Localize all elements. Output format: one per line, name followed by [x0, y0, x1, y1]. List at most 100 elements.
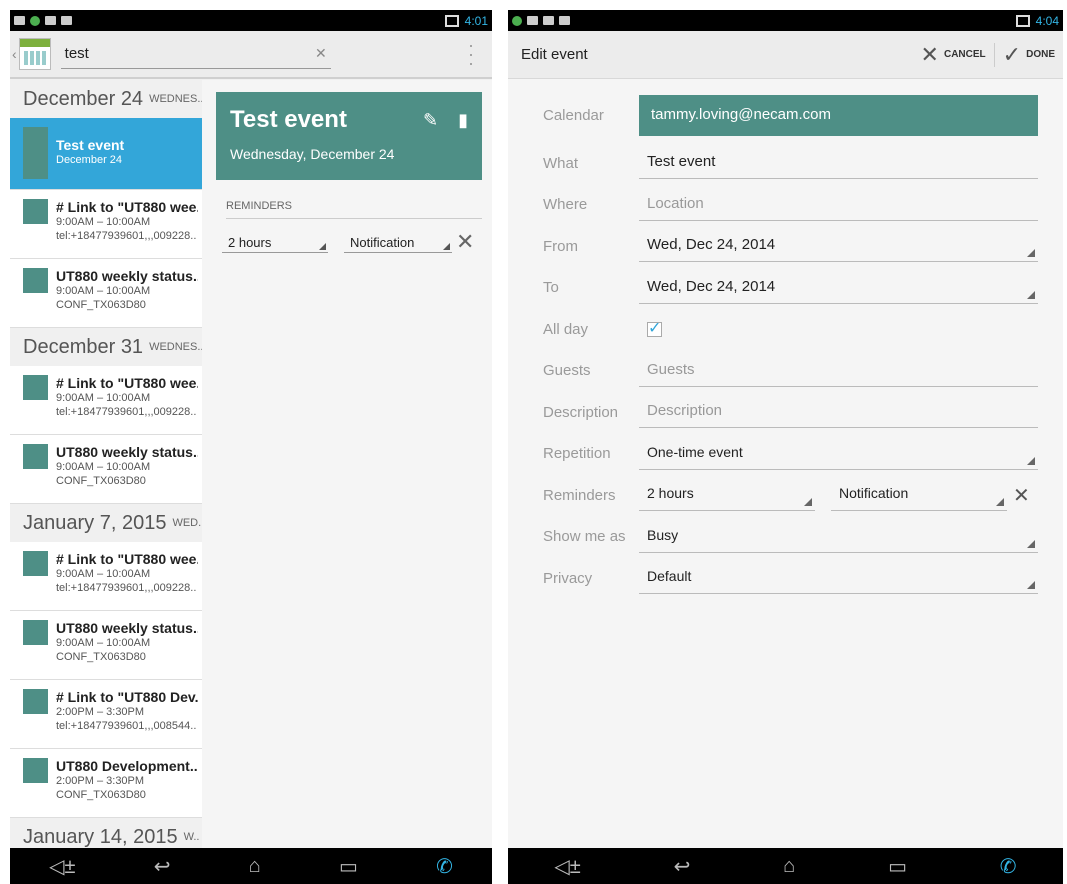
description-field[interactable]: Description	[639, 396, 1038, 429]
date-header: December 24 WEDNES..	[10, 80, 202, 118]
reminder-method-spinner[interactable]: Notification	[831, 479, 1007, 512]
up-chevron-icon[interactable]: ‹	[12, 46, 17, 62]
agenda-event[interactable]: # Link to "UT880 wee.. 9:00AM – 10:00AM te…	[10, 542, 202, 611]
date-header-text: January 14, 2015	[23, 825, 178, 848]
calendar-field[interactable]: tammy.loving@necam.com	[639, 95, 1038, 137]
agenda-event[interactable]: # Link to "UT880 wee.. 9:00AM – 10:00AM te…	[10, 190, 202, 259]
event-detail-line: 9:00AM – 10:00AM	[56, 285, 151, 297]
amazon-icon	[543, 16, 554, 25]
trash-icon[interactable]: ▮	[458, 110, 468, 131]
phone-icon[interactable]: ✆	[436, 854, 453, 879]
reminder-row: 2 hours Notification ✕	[639, 479, 1038, 512]
date-header-text: December 31	[23, 335, 144, 358]
amazon-icon	[45, 16, 56, 25]
where-field[interactable]: Location	[639, 189, 1038, 221]
phone-icon[interactable]: ✆	[1000, 854, 1017, 879]
agenda-event[interactable]: UT880 weekly status.. 9:00AM – 10:00AM CON…	[10, 611, 202, 680]
event-title: Test event	[56, 137, 125, 153]
volume-icon[interactable]: ◁±	[554, 854, 580, 879]
privacy-spinner[interactable]: Default	[639, 562, 1038, 595]
done-button[interactable]: ✓ DONE	[1003, 42, 1055, 68]
status-dot-icon	[512, 15, 522, 26]
to-date-spinner[interactable]: Wed, Dec 24, 2014	[639, 272, 1038, 304]
event-title: # Link to "UT880 Dev..	[56, 689, 198, 705]
search-input[interactable]: test	[65, 45, 315, 62]
status-dot-icon	[30, 15, 40, 26]
event-detail-line: 2:00PM – 3:30PM	[56, 775, 145, 787]
calendar-color-swatch	[23, 199, 48, 224]
where-label: Where	[543, 196, 588, 214]
event-detail-line: December 24	[56, 154, 123, 166]
overflow-menu-icon[interactable]: · · ·	[468, 36, 474, 72]
agenda-event[interactable]: UT880 weekly status.. 9:00AM – 10:00AM CON…	[10, 435, 202, 504]
clock: 4:04	[1035, 13, 1059, 28]
date-header-text: December 24	[23, 87, 144, 110]
reminders-label: Reminders	[543, 486, 616, 504]
back-icon[interactable]: ↩	[674, 854, 691, 879]
calendar-app-icon[interactable]	[18, 38, 51, 70]
event-detail-line: 2:00PM – 3:30PM	[56, 706, 145, 718]
agenda-event[interactable]: UT880 Development.. 2:00PM – 3:30PM CONF_T…	[10, 749, 202, 818]
calendar-color-swatch	[23, 375, 48, 400]
reminder-time-spinner[interactable]: 2 hours	[639, 479, 815, 512]
event-title: # Link to "UT880 wee..	[56, 551, 198, 567]
guests-field[interactable]: Guests	[639, 355, 1038, 387]
search-box[interactable]: test ✕	[60, 39, 331, 69]
event-detail-line: CONF_TX063D80	[56, 475, 146, 487]
event-detail-line: CONF_TX063D80	[56, 789, 146, 801]
remove-reminder-icon[interactable]: ✕	[456, 229, 474, 255]
home-icon[interactable]: ⌂	[249, 855, 261, 878]
home-icon[interactable]: ⌂	[783, 855, 795, 878]
page-title: Edit event	[521, 46, 588, 63]
nav-bar: ◁± ↩ ⌂ ▭ ✆	[10, 848, 492, 884]
agenda-event[interactable]: # Link to "UT880 Dev.. 2:00PM – 3:30PM tel…	[10, 680, 202, 749]
allday-checkbox[interactable]: ✓	[647, 320, 662, 337]
event-detail-line: tel:+18477939601,,,008544..	[56, 720, 197, 732]
event-title: Test event	[230, 106, 347, 133]
event-form: Calendar tammy.loving@necam.com What Tes…	[508, 79, 1063, 599]
repetition-spinner[interactable]: One-time event	[639, 438, 1038, 470]
android-icon	[559, 16, 570, 25]
volume-icon[interactable]: ◁±	[49, 854, 75, 879]
date-header: January 14, 2015 W..	[10, 818, 202, 848]
from-date-spinner[interactable]: Wed, Dec 24, 2014	[639, 230, 1038, 263]
event-detail-line: CONF_TX063D80	[56, 299, 146, 311]
close-icon: ✕	[920, 41, 939, 67]
back-icon[interactable]: ↩	[154, 854, 171, 879]
reminder-method-spinner[interactable]: Notification	[344, 231, 452, 253]
mail-icon	[14, 16, 25, 25]
date-header-weekday: WED..	[172, 517, 202, 529]
agenda-event[interactable]: Test event December 24	[10, 118, 202, 190]
edit-action-bar: Edit event ✕ CANCEL ✓ DONE	[508, 31, 1063, 79]
pencil-icon[interactable]: ✎	[423, 110, 438, 131]
recent-apps-icon[interactable]: ▭	[888, 854, 907, 879]
event-detail-line: tel:+18477939601,,,009228..	[56, 582, 197, 594]
allday-label: All day	[543, 320, 589, 338]
showme-spinner[interactable]: Busy	[639, 521, 1038, 553]
status-bar: 4:01	[10, 10, 492, 31]
reminder-time-spinner[interactable]: 2 hours	[222, 231, 328, 253]
date-header: December 31 WEDNES..	[10, 328, 202, 366]
event-detail-line: 9:00AM – 10:00AM	[56, 216, 151, 228]
nav-bar: ◁± ↩ ⌂ ▭ ✆	[508, 848, 1063, 884]
date-header: January 7, 2015 WED..	[10, 504, 202, 542]
cancel-button[interactable]: ✕ CANCEL	[921, 42, 986, 68]
event-detail-line: tel:+18477939601,,,009228..	[56, 230, 197, 242]
event-title: # Link to "UT880 wee..	[56, 375, 198, 391]
window-icon	[1015, 14, 1030, 27]
event-detail-header: Test event ✎ ▮ Wednesday, December 24	[216, 92, 482, 180]
agenda-event[interactable]: # Link to "UT880 wee.. 9:00AM – 10:00AM te…	[10, 366, 202, 435]
recent-apps-icon[interactable]: ▭	[339, 854, 358, 879]
android-icon	[61, 16, 72, 25]
clear-search-icon[interactable]: ✕	[315, 45, 327, 62]
agenda-event[interactable]: UT880 weekly status.. 9:00AM – 10:00AM CON…	[10, 259, 202, 328]
calendar-color-swatch	[23, 758, 48, 783]
event-detail-line: tel:+18477939601,,,009228..	[56, 406, 197, 418]
status-bar: 4:04	[508, 10, 1063, 31]
what-field[interactable]: Test event	[639, 147, 1038, 180]
calendar-color-swatch	[23, 689, 48, 714]
event-title: # Link to "UT880 wee..	[56, 199, 198, 215]
calendar-color-swatch	[23, 444, 48, 469]
remove-reminder-icon[interactable]: ✕	[1013, 483, 1030, 508]
reminder-row: 2 hours Notification ✕	[222, 229, 482, 255]
